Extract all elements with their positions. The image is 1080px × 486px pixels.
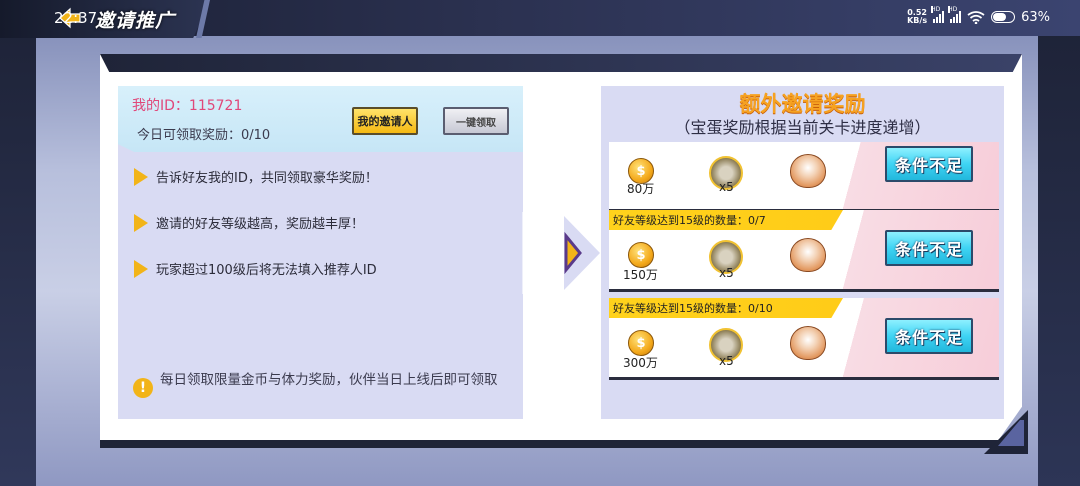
treasure-egg-icon: [790, 326, 826, 360]
hero-count: x5: [719, 180, 734, 194]
tip-item: 玩家超过100级后将无法填入推荐人ID: [134, 259, 377, 278]
exclamation-icon: !: [133, 378, 153, 398]
coin-amount: 150万: [623, 268, 658, 282]
battery-percent: 63%: [1021, 9, 1050, 25]
row-condition: 好友等级达到15级的数量：0/10: [609, 298, 843, 318]
wifi-icon: [967, 10, 985, 24]
my-id-label: 我的ID：115721: [132, 98, 243, 114]
dialog-top-border: [100, 54, 1022, 72]
background-left-edge: [0, 0, 36, 486]
gold-coin-icon: $: [628, 330, 654, 356]
reward-row: 好友等级达到15级的数量：0/7 $ 150万 x5 条件不足: [609, 210, 999, 292]
treasure-egg-icon: [790, 238, 826, 272]
claim-all-button[interactable]: 一键领取: [443, 107, 509, 135]
bullet-arrow-icon: [134, 259, 148, 278]
reward-row: $ 80万 x5 条件不足: [609, 142, 999, 212]
dialog-bottom-border: [100, 440, 1000, 448]
condition-not-met-button[interactable]: 条件不足: [885, 318, 973, 354]
row-condition: 好友等级达到15级的数量：0/7: [609, 210, 843, 230]
condition-not-met-button[interactable]: 条件不足: [885, 230, 973, 266]
extra-reward-subtitle: （宝蛋奖励根据当前关卡进度递增）: [674, 118, 931, 137]
battery-icon: [991, 11, 1016, 23]
daily-limit-note: 每日领取限量金币与体力奖励，伙伴当日上线后即可领取: [160, 372, 498, 388]
bullet-arrow-icon: [134, 167, 148, 186]
signal-2-icon: HD: [948, 6, 962, 23]
background-right-edge: [1038, 0, 1080, 486]
status-time: 22:37: [54, 9, 98, 27]
my-inviter-button[interactable]: 我的邀请人: [352, 107, 418, 135]
reward-list[interactable]: $ 80万 x5 条件不足 好友等级达到15级的数量：0/7 $ 150万 x5…: [601, 142, 1004, 387]
coin-amount: 80万: [627, 182, 655, 196]
arrow-right-icon: [522, 212, 600, 294]
hero-count: x5: [719, 266, 734, 280]
coin-amount: 300万: [623, 356, 658, 370]
bullet-arrow-icon: [134, 213, 148, 232]
treasure-egg-icon: [790, 154, 826, 188]
tip-item: 邀请的好友等级越高，奖励越丰厚！: [134, 213, 364, 232]
daily-claim-count: 今日可领取奖励：0/10: [137, 128, 271, 143]
page-title: 邀请推广: [95, 10, 176, 32]
gold-coin-icon: $: [628, 242, 654, 268]
hero-count: x5: [719, 354, 734, 368]
status-bar-icons: 0.52 KB/s HD HD 63%: [907, 6, 1050, 25]
reward-row: 好友等级达到15级的数量：0/10 $ 300万 x5 条件不足: [609, 298, 999, 380]
tip-item: 告诉好友我的ID，共同领取豪华奖励！: [134, 167, 378, 186]
condition-not-met-button[interactable]: 条件不足: [885, 146, 973, 182]
network-speed: 0.52 KB/s: [907, 8, 928, 25]
signal-1-icon: HD: [931, 6, 945, 23]
